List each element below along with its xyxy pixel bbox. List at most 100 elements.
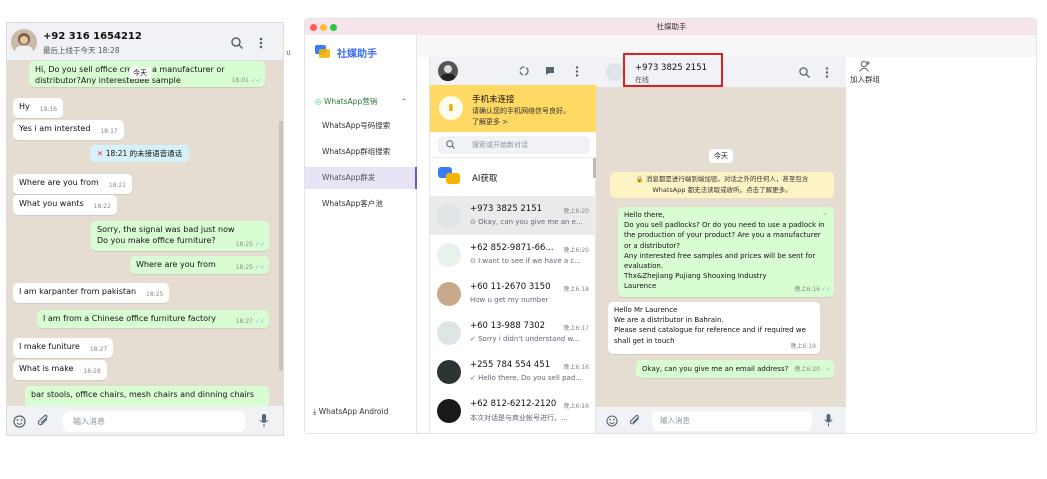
nav-item-bulk-send[interactable]: WhatsApp群发 — [305, 167, 417, 189]
message-bubble: I make funiture 18:27 — [13, 338, 114, 358]
chat-name: +973 3825 2151 — [470, 204, 543, 214]
contact-info-panel: 加入群组 — [846, 57, 1025, 419]
conversation-message-input[interactable]: 输入消息 — [652, 411, 812, 431]
window-title: 社媒助手 — [656, 22, 687, 31]
left-chat-window: +92 316 1654212 最后上线于今天 18:28 Hi, Do you… — [6, 22, 284, 436]
panel-edge-mark: ป — [286, 49, 291, 57]
left-message-list: Hi, Do you sell office cre you a manufac… — [7, 61, 283, 406]
message-bubble: Yes i am intersted 18:17 — [13, 120, 124, 140]
join-group-button[interactable]: 加入群组 — [850, 74, 880, 85]
message-bubble: Where are you from 18:25 ✓✓ — [130, 256, 269, 274]
message-line: the production of your product? Are you … — [624, 231, 821, 240]
chat-name: +255 784 554 451 — [470, 360, 551, 370]
maximize-window-button[interactable] — [330, 24, 337, 31]
chat-name: +62 812-6212-2120 — [470, 399, 557, 409]
conversation-input-bar: 输入消息 — [596, 407, 846, 433]
message-line: Any interested free samples and prices w… — [624, 251, 816, 260]
scrollbar[interactable] — [279, 121, 283, 371]
close-window-button[interactable] — [310, 24, 317, 31]
chat-preview: ✓ Sorry i didn't understand w... — [470, 335, 580, 343]
collapse-menu-icon[interactable]: ☰ — [313, 433, 321, 434]
chat-name: +60 13-988 7302 — [470, 321, 546, 331]
chat-list-item[interactable]: +62 812-6212-2120 晚上6:16 本次对话是与商业帐号进行。... — [430, 391, 597, 430]
message-status-icon: ⊙ — [470, 257, 476, 265]
message-bubble: bar stools, office chairs, mesh chairs a… — [25, 386, 269, 406]
chat-list-item[interactable]: +255 784 554 451 晚上6:16 ✓ Hello there, Do … — [430, 352, 597, 391]
banner-text: 请确认您的手机网络信号良好。 — [472, 107, 570, 115]
missed-call-notice: ✕ 18:21 的未接语音通话 — [90, 145, 190, 162]
nav-item-customer-pool[interactable]: WhatsApp客户池 — [305, 193, 417, 215]
search-icon — [446, 140, 455, 149]
menu-dots-icon[interactable] — [575, 66, 579, 77]
download-icon: ⤓ — [313, 407, 317, 416]
add-user-icon[interactable] — [859, 60, 871, 72]
chat-time: 晚上6:16 — [563, 403, 589, 410]
title-bar: 社媒助手 — [305, 19, 1036, 35]
message-status-icon: ✓ — [470, 335, 476, 343]
message-bubble: Okay, can you give me an email address? … — [636, 360, 834, 378]
chat-list-item[interactable]: +973 3825 2151 晚上6:20 ⊙ Okay, can you give… — [430, 196, 597, 235]
microphone-icon[interactable] — [259, 414, 269, 428]
chat-avatar — [437, 243, 461, 267]
message-line: Thx&Zhejiang Pujiang Shouxing Industry — [624, 272, 767, 281]
phone-disconnected-banner[interactable]: ▮ 手机未连接 请确认您的手机网络信号良好。 了解更多 > — [430, 85, 597, 132]
chat-list-header — [430, 57, 597, 85]
sidebar: 社媒助手 ◎ WhatsApp营销 ⌃ WhatsApp号码搜索 WhatsAp… — [305, 35, 417, 434]
date-chip: 今天 — [709, 149, 733, 163]
new-chat-icon[interactable] — [545, 66, 555, 76]
nav-whatsapp-android[interactable]: ⤓ WhatsApp Android — [305, 401, 417, 423]
banner-learn-more-link[interactable]: 了解更多 > — [472, 117, 508, 127]
chat-avatar — [437, 204, 461, 228]
menu-dots-icon[interactable] — [259, 37, 263, 49]
chat-preview: ⊙ Okay, can you give me an e... — [470, 218, 582, 226]
my-avatar[interactable] — [438, 61, 458, 81]
conversation-avatar[interactable] — [606, 63, 624, 81]
left-chat-header: +92 316 1654212 最后上线于今天 18:28 — [7, 23, 283, 61]
minimize-window-button[interactable] — [320, 24, 327, 31]
message-input[interactable]: 输入消息 — [63, 411, 245, 432]
main-top-strip — [417, 35, 1036, 57]
chat-avatar — [437, 282, 461, 306]
nav-group-whatsapp[interactable]: ◎ WhatsApp营销 ⌃ — [305, 91, 417, 113]
emoji-icon[interactable] — [13, 415, 26, 428]
conversation-header: +973 3825 2151 在线 — [596, 53, 846, 87]
chat-list-item[interactable]: +62 852-9871-66... 晚上6:20 ⊙ I want to see … — [430, 235, 597, 274]
attach-icon[interactable] — [37, 414, 50, 428]
contact-name: +92 316 1654212 — [43, 31, 142, 42]
message-line: Hello Mr Laurence — [614, 306, 678, 314]
message-bubble: 晚上6:19 Hello Mr Laurence We are a distrib… — [608, 302, 820, 354]
search-input[interactable]: 搜索或开始新对话 — [438, 136, 590, 154]
chat-list-item[interactable]: +60 13-988 7302 晚上6:17 ✓ Sorry i didn't un… — [430, 313, 597, 352]
conversation-panel: +973 3825 2151 在线 今天 🔒 消息都是进行端到端加密。对话之外的… — [596, 53, 846, 433]
message-line: shall get in touch — [614, 336, 675, 345]
chat-time: 晚上6:17 — [563, 325, 589, 332]
message-bubble: I am from a Chinese office furniture fac… — [37, 310, 269, 328]
nav-item-number-search[interactable]: WhatsApp号码搜索 — [305, 115, 417, 137]
ai-acquire-row[interactable]: AI获取 — [430, 158, 597, 196]
chat-name: +62 852-9871-66... — [470, 243, 554, 253]
menu-dots-icon[interactable] — [825, 67, 829, 78]
no-signal-icon: ▮ — [439, 96, 463, 120]
contact-avatar[interactable] — [11, 29, 37, 55]
message-bubble: What you wants 18:22 — [13, 195, 117, 215]
chat-list-item[interactable]: +60 11-2670 3150 晚上6:18 How u get my numb… — [430, 274, 597, 313]
chat-time: 晚上6:20 — [563, 208, 589, 215]
attach-icon[interactable] — [629, 414, 641, 427]
chevron-down-icon[interactable]: ⌄ — [822, 208, 828, 218]
message-line: Do you sell padlocks? Or do you need to … — [624, 221, 825, 230]
nav-item-group-search[interactable]: WhatsApp群组搜索 — [305, 141, 417, 163]
status-icon[interactable] — [519, 66, 529, 76]
microphone-icon[interactable] — [824, 414, 833, 427]
message-line: We are a distributor in Bahrain. — [614, 316, 724, 325]
last-seen: 最后上线于今天 18:28 — [43, 46, 120, 55]
chat-preview: How u get my number — [470, 296, 549, 304]
missed-call-icon: ✕ — [97, 149, 104, 158]
message-bubble: What is make 18:28 — [13, 360, 107, 380]
search-icon[interactable] — [231, 37, 244, 50]
emoji-icon[interactable] — [606, 415, 618, 427]
message-bubble: ⌄ 晚上6:16 ✓✓ Hello there, Do you sell padlo… — [618, 207, 834, 297]
chevron-up-icon: ⌃ — [401, 97, 408, 106]
search-icon[interactable] — [799, 67, 810, 78]
search-bar: 搜索或开始新对话 — [430, 132, 597, 158]
chat-preview: 本次对话是与商业帐号进行。... — [470, 414, 568, 422]
